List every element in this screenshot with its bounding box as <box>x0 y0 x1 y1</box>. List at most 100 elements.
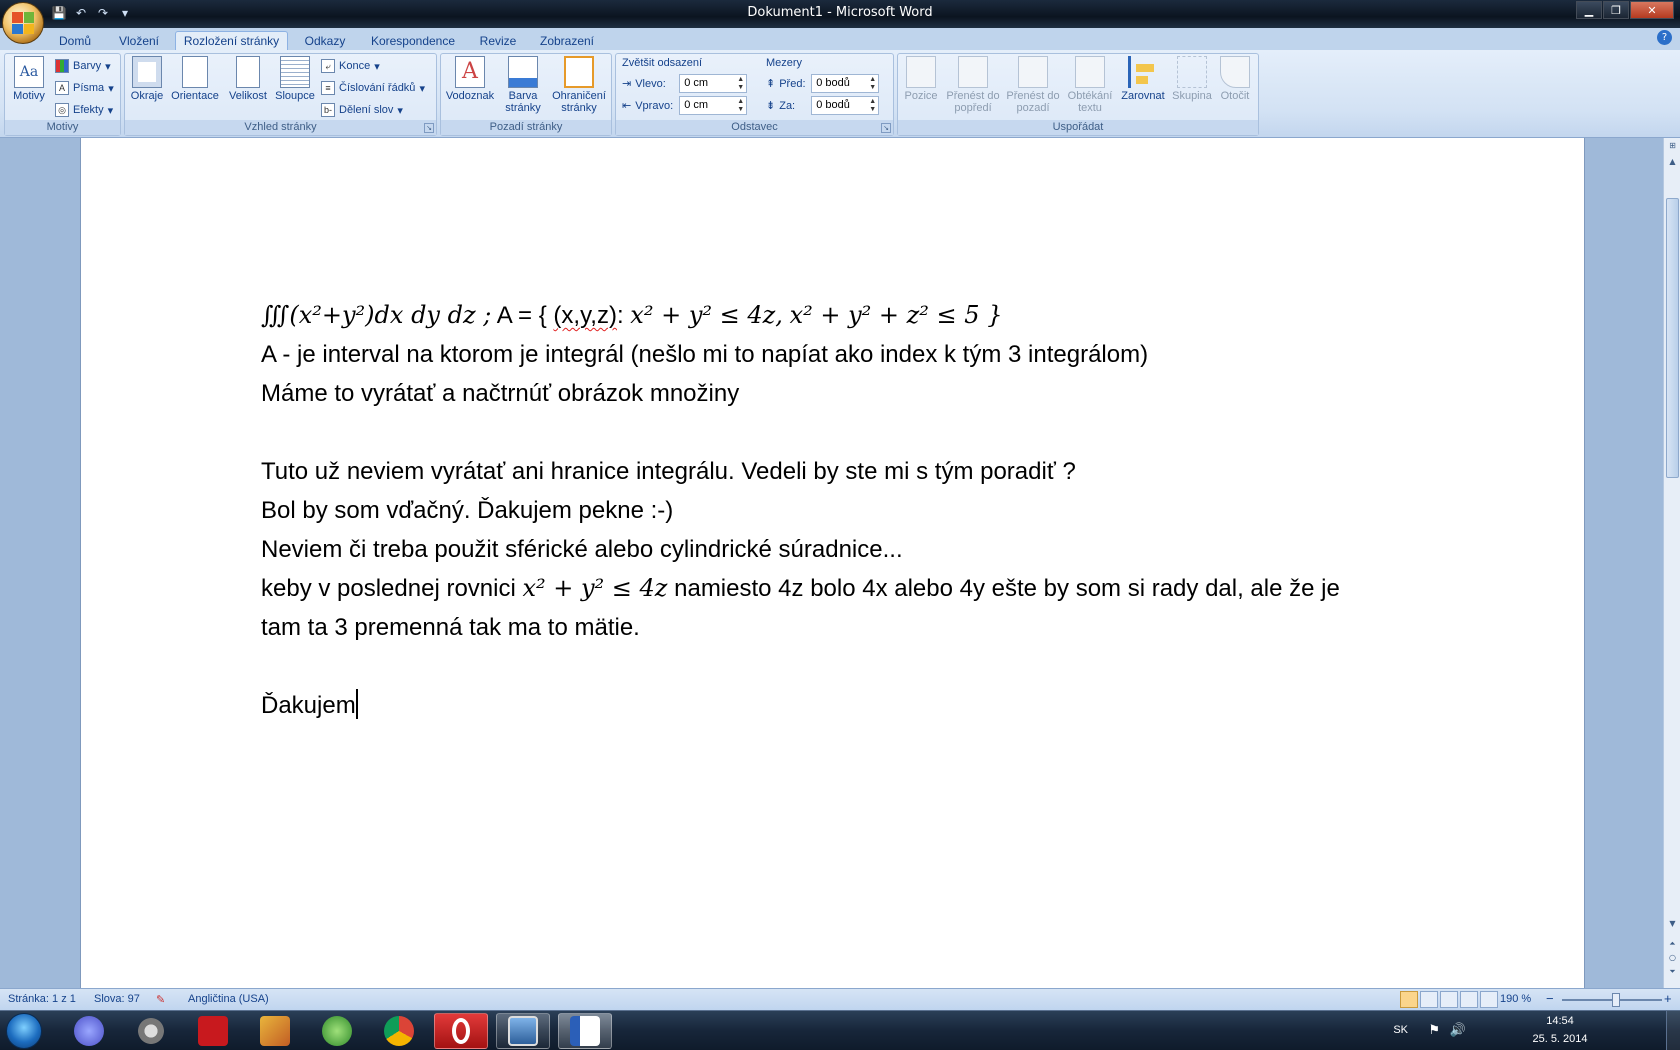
tab-zobrazeni[interactable]: Zobrazení <box>533 31 601 50</box>
dialog-launcher-icon[interactable]: ↘ <box>424 123 434 133</box>
scroll-up-icon[interactable]: ▲ <box>1666 156 1679 168</box>
ruler-toggle-icon[interactable]: ⊞ <box>1666 140 1679 152</box>
status-words[interactable]: Slova: 97 <box>94 993 140 1005</box>
draft-icon[interactable] <box>1480 991 1498 1008</box>
dropdown-arrow-icon: ▾ <box>105 60 111 73</box>
document-body[interactable]: ∭(x²+y²)dx dy dz ; A = { (x,y,z): x² + y… <box>261 296 1501 725</box>
set-variables: (x,y,z) <box>553 302 617 329</box>
taskbar-app-opera[interactable] <box>434 1013 488 1049</box>
skupina-label: Skupina <box>1172 90 1212 102</box>
document-page[interactable]: ∭(x²+y²)dx dy dz ; A = { (x,y,z): x² + y… <box>80 138 1585 988</box>
spinner-arrows-icon[interactable]: ▲ ▼ <box>869 98 876 114</box>
indent-left-input[interactable]: 0 cm ▲ ▼ <box>679 74 748 93</box>
print-layout-icon[interactable] <box>1400 991 1418 1008</box>
full-screen-reading-icon[interactable] <box>1420 991 1438 1008</box>
indent-right-input[interactable]: 0 cm ▲ ▼ <box>679 96 748 115</box>
spacing-before-input[interactable]: 0 bodů ▲ ▼ <box>811 74 880 93</box>
spacing-before-control: ⇞ Před: 0 bodů ▲ ▼ <box>766 74 880 93</box>
zoom-slider-knob[interactable] <box>1612 993 1620 1007</box>
volume-icon[interactable]: 🔊 <box>1450 1022 1466 1038</box>
velikost-button[interactable]: Velikost <box>225 56 271 102</box>
document-workspace: ∭(x²+y²)dx dy dz ; A = { (x,y,z): x² + y… <box>0 138 1663 988</box>
group-vzhled-stranky: Okraje Orientace Velikost Sloupce ⤶ Konc… <box>124 53 437 136</box>
tab-vlozeni[interactable]: Vložení <box>110 31 168 50</box>
taskbar-app-explorer[interactable] <box>496 1013 550 1049</box>
tab-korespondence[interactable]: Korespondence <box>363 31 463 50</box>
pozice-button[interactable]: Pozice <box>900 56 942 102</box>
taskbar-app-5[interactable] <box>310 1013 364 1049</box>
tray-time[interactable]: 14:54 <box>1500 1015 1620 1027</box>
motivy-button[interactable]: Aa Motivy <box>9 56 49 102</box>
tab-rozlozeni-stranky[interactable]: Rozložení stránky <box>175 31 288 50</box>
barvy-button[interactable]: Barvy ▾ <box>55 56 111 76</box>
orientace-label: Orientace <box>171 90 219 102</box>
efekty-button[interactable]: ◎ Efekty ▾ <box>55 100 113 120</box>
next-page-icon[interactable]: ⏷ <box>1666 966 1679 978</box>
prenest-do-popredi-button[interactable]: Přenést do popředí <box>944 56 1002 114</box>
barva-stranky-button[interactable]: Barva stránky <box>499 56 547 114</box>
tray-language[interactable]: SK <box>1393 1024 1408 1036</box>
okraje-button[interactable]: Okraje <box>129 56 165 102</box>
scroll-thumb[interactable] <box>1666 198 1679 478</box>
proofing-icon[interactable]: ✎ <box>156 993 165 1006</box>
orientace-button[interactable]: Orientace <box>169 56 221 102</box>
group-usporadat: Pozice Přenést do popředí Přenést do poz… <box>897 53 1259 136</box>
skupina-button[interactable]: Skupina <box>1170 56 1214 102</box>
browse-object-icon[interactable]: ○ <box>1666 952 1679 964</box>
orientation-icon <box>182 56 208 88</box>
ohraniceni-stranky-button[interactable]: Ohraničení stránky <box>549 56 609 114</box>
taskbar-app-4[interactable] <box>248 1013 302 1049</box>
status-bar: Stránka: 1 z 1 Slova: 97 ✎ Angličtina (U… <box>0 988 1680 1010</box>
tab-revize[interactable]: Revize <box>473 31 523 50</box>
start-button-icon[interactable] <box>6 1013 42 1049</box>
spinner-arrows-icon[interactable]: ▲ ▼ <box>737 76 744 92</box>
web-layout-icon[interactable] <box>1440 991 1458 1008</box>
status-page[interactable]: Stránka: 1 z 1 <box>8 993 76 1005</box>
zarovnat-button[interactable]: Zarovnat <box>1118 56 1168 102</box>
zoom-in-icon[interactable]: + <box>1664 991 1672 1006</box>
taskbar-app-word[interactable] <box>558 1013 612 1049</box>
network-globe-icon <box>322 1016 352 1046</box>
taskbar-app-1[interactable] <box>62 1013 116 1049</box>
closing-word: Ďakujem <box>261 692 356 719</box>
sloupce-button[interactable]: Sloupce <box>273 56 317 102</box>
office-button[interactable] <box>2 2 44 44</box>
previous-page-icon[interactable]: ⏶ <box>1666 938 1679 950</box>
taskbar-app-3[interactable] <box>186 1013 240 1049</box>
tab-domu[interactable]: Domů <box>50 31 100 50</box>
spinner-arrows-icon[interactable]: ▲ ▼ <box>737 98 744 114</box>
konce-button[interactable]: ⤶ Konce ▾ <box>321 56 380 76</box>
line8-suffix: namiesto 4z bolo 4x alebo 4y ešte by som… <box>667 575 1340 602</box>
tab-odkazy[interactable]: Odkazy <box>297 31 353 50</box>
close-button[interactable]: ✕ <box>1630 1 1674 19</box>
obtekani-textu-button[interactable]: Obtékání textu <box>1064 56 1116 114</box>
dialog-launcher-icon[interactable]: ↘ <box>881 123 891 133</box>
spinner-arrows-icon[interactable]: ▲ ▼ <box>869 76 876 92</box>
deleni-slov-button[interactable]: b- Dělení slov ▾ <box>321 100 403 120</box>
vodoznak-button[interactable]: A Vodoznak <box>443 56 497 102</box>
pisma-button[interactable]: A Písma ▾ <box>55 78 114 98</box>
prenest-do-pozadi-button[interactable]: Přenést do pozadí <box>1004 56 1062 114</box>
vertical-scrollbar[interactable]: ⊞ ▲ ▼ ⏶ ○ ⏷ <box>1663 138 1680 988</box>
status-language[interactable]: Angličtina (USA) <box>188 993 269 1005</box>
cislovani-radku-button[interactable]: ≡ Číslování řádků ▾ <box>321 78 425 98</box>
tray-date[interactable]: 25. 5. 2014 <box>1500 1033 1620 1045</box>
spacing-before-value: 0 bodů <box>816 77 850 89</box>
outline-icon[interactable] <box>1460 991 1478 1008</box>
scroll-down-icon[interactable]: ▼ <box>1666 918 1679 930</box>
action-center-flag-icon[interactable]: ⚑ <box>1428 1022 1440 1038</box>
show-desktop-button[interactable] <box>1666 1011 1680 1050</box>
spacing-after-input[interactable]: 0 bodů ▲ ▼ <box>811 96 880 115</box>
line-numbers-icon: ≡ <box>321 81 335 95</box>
zoom-level[interactable]: 190 % <box>1500 993 1531 1005</box>
acrobat-icon <box>198 1016 228 1046</box>
taskbar-app-chrome[interactable] <box>372 1013 426 1049</box>
zoom-out-icon[interactable]: − <box>1546 991 1554 1006</box>
help-icon[interactable]: ? <box>1657 30 1672 45</box>
spacing-after-control: ⇟ Za: 0 bodů ▲ ▼ <box>766 96 880 115</box>
taskbar-app-2[interactable] <box>124 1013 178 1049</box>
group-label-vzhled-stranky: Vzhled stránky <box>125 120 436 135</box>
maximize-button[interactable]: ❐ <box>1603 1 1629 19</box>
otocit-button[interactable]: Otočit <box>1214 56 1256 102</box>
minimize-button[interactable]: ▁ <box>1576 1 1602 19</box>
